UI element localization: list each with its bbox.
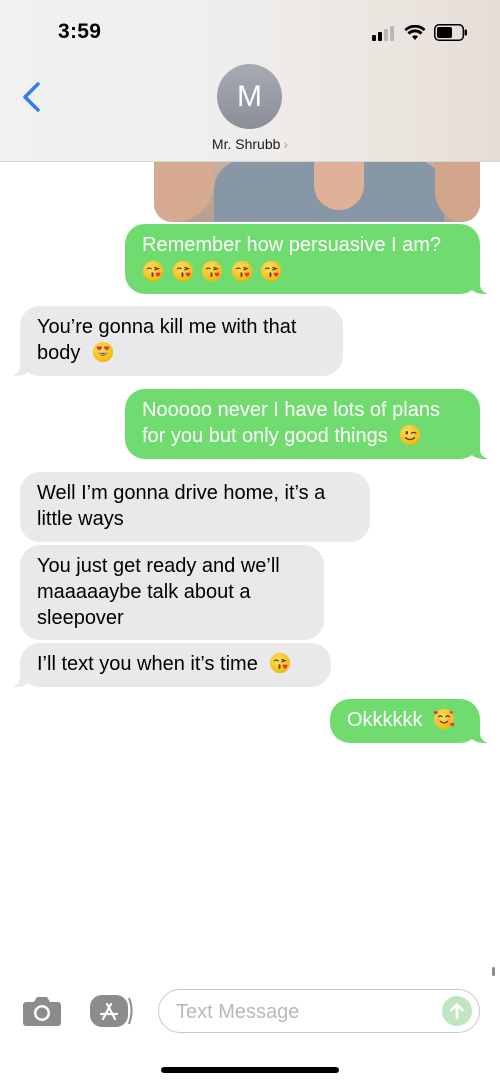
camera-icon[interactable] <box>22 994 62 1028</box>
message-bubble-outgoing[interactable]: Okkkkkk <box>330 699 490 743</box>
wink-emoji-icon <box>399 424 421 446</box>
status-time: 3:59 <box>58 20 102 43</box>
message-text: maaaaaybe talk about a <box>37 581 251 603</box>
smiling-face-with-hearts-emoji-icon <box>433 708 455 730</box>
chevron-right-icon: › <box>283 136 289 152</box>
heart-eyes-emoji-icon <box>92 341 114 363</box>
message-text: body <box>37 342 81 364</box>
kissing-heart-emoji-icon <box>231 260 253 282</box>
message-text: Okkkkkk <box>347 709 423 731</box>
message-text: I’ll text you when it’s time <box>37 653 258 675</box>
message-text: little ways <box>37 508 124 530</box>
message-bubble-outgoing[interactable]: Remember how persuasive I am? <box>125 224 490 294</box>
message-text: You’re gonna kill me with that <box>37 316 297 338</box>
emoji-row <box>142 259 464 285</box>
back-chevron-icon[interactable] <box>18 80 46 114</box>
message-bubble-incoming[interactable]: You just get ready and we’ll maaaaaybe t… <box>20 545 324 640</box>
message-bubble-outgoing[interactable]: Nooooo never I have lots of plans for yo… <box>125 389 490 459</box>
avatar-initial: M <box>237 79 262 113</box>
kissing-heart-emoji-icon <box>142 260 164 282</box>
message-bubble-incoming[interactable]: You’re gonna kill me with that body <box>10 306 343 376</box>
message-bubble-incoming[interactable]: Well I’m gonna drive home, it’s a little… <box>20 472 370 542</box>
kissing-heart-emoji-icon <box>172 260 194 282</box>
kissing-heart-emoji-icon <box>201 260 223 282</box>
home-indicator[interactable] <box>161 1067 339 1073</box>
message-text: Nooooo never I have lots of plans <box>142 399 440 421</box>
app-store-button[interactable] <box>90 994 138 1028</box>
status-icons <box>372 24 468 41</box>
message-text: for you but only good things <box>142 425 388 447</box>
contact-name-button[interactable]: Mr. Shrubb › <box>0 136 500 152</box>
message-text: Remember how persuasive I am? <box>142 234 442 256</box>
message-text: Well I’m gonna drive home, it’s a <box>37 482 326 504</box>
message-input-placeholder: Text Message <box>176 1001 300 1023</box>
kissing-heart-emoji-icon <box>260 260 282 282</box>
conversation-header: 3:59 M Mr. Shrubb › <box>0 0 500 162</box>
message-input[interactable]: Text Message <box>158 989 480 1033</box>
wifi-icon <box>404 24 426 40</box>
contact-name: Mr. Shrubb <box>211 136 281 152</box>
arrow-up-icon <box>450 1003 464 1020</box>
battery-icon <box>434 24 467 41</box>
send-button[interactable] <box>442 996 472 1026</box>
message-text: You just get ready and we’ll <box>37 555 280 577</box>
kissing-heart-emoji-icon <box>269 652 291 674</box>
message-text: sleepover <box>37 607 124 629</box>
app-store-icon <box>90 995 133 1027</box>
scroll-indicator <box>492 967 495 976</box>
signal-icon <box>372 25 394 41</box>
contact-avatar[interactable]: M <box>217 64 282 129</box>
message-bubble-incoming[interactable]: I’ll text you when it’s time <box>10 643 331 687</box>
